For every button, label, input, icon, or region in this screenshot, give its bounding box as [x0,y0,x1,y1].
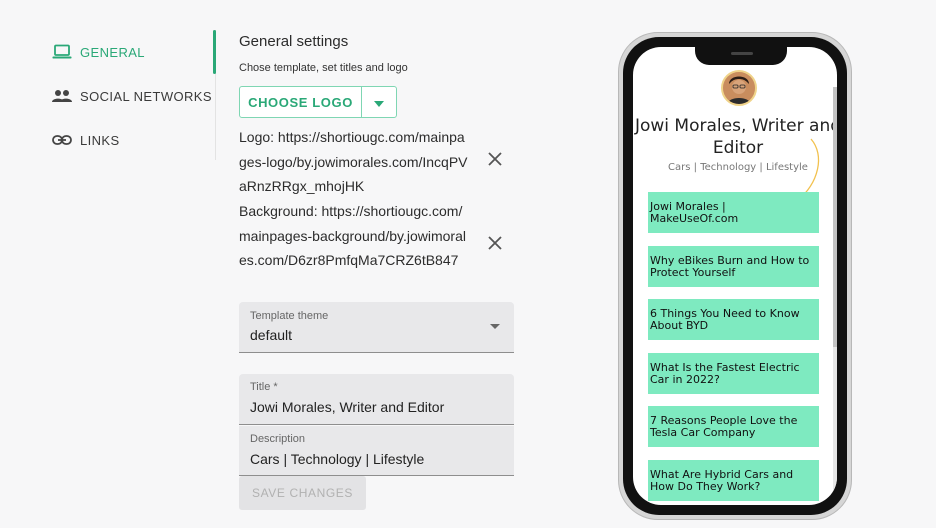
nav-item-links[interactable]: LINKS [52,129,120,151]
phone-screen: Jowi Morales, Writer and Editor Cars | T… [633,47,837,505]
description-field[interactable]: Description Cars | Technology | Lifestyl… [239,426,514,476]
description-field-label: Description [250,433,306,445]
laptop-icon [52,43,72,61]
choose-logo-dropdown-button[interactable] [362,87,396,117]
preview-link-card[interactable]: Why eBikes Burn and How to Protect Yours… [648,246,819,287]
section-title: General settings [239,33,349,50]
link-icon [52,131,72,149]
people-icon [52,87,72,105]
template-theme-select[interactable]: Template theme default [239,302,514,353]
section-subtitle: Chose template, set titles and logo [239,62,408,74]
nav-item-label: SOCIAL NETWORKS [80,88,212,104]
template-theme-label: Template theme [250,310,329,322]
choose-logo-split-button: CHOOSE LOGO [239,86,397,118]
remove-logo-icon[interactable] [487,151,503,167]
active-tab-indicator [213,30,216,74]
description-field-value: Cars | Technology | Lifestyle [250,451,425,467]
preview-scroll-thumb[interactable] [833,87,837,347]
phone-notch [695,47,787,65]
nav-item-label: GENERAL [80,44,145,60]
phone-bezel: Jowi Morales, Writer and Editor Cars | T… [623,37,847,515]
choose-logo-button[interactable]: CHOOSE LOGO [240,87,362,117]
preview-link-card[interactable]: What Is the Fastest Electric Car in 2022… [648,353,819,394]
nav-item-general[interactable]: GENERAL [52,41,145,63]
nav-item-label: LINKS [80,132,120,148]
title-field-label: Title * [250,381,278,393]
avatar [721,70,757,106]
preview-scrollbar[interactable] [833,87,837,505]
title-field[interactable]: Title * Jowi Morales, Writer and Editor [239,374,514,425]
title-field-value: Jowi Morales, Writer and Editor [250,399,445,415]
background-path: Background: https://shortiougc.com/mainp… [239,203,466,268]
remove-background-icon[interactable] [487,235,503,251]
preview-link-card[interactable]: Jowi Morales | MakeUseOf.com [648,192,819,233]
logo-path: Logo: https://shortiougc.com/mainpages-l… [239,129,468,194]
dropdown-arrow-icon [490,324,500,329]
template-theme-value: default [250,327,293,343]
nav-item-social-networks[interactable]: SOCIAL NETWORKS [52,85,212,107]
save-changes-button[interactable]: SAVE CHANGES [239,476,366,510]
phone-preview: Jowi Morales, Writer and Editor Cars | T… [618,32,852,520]
phone-speaker [731,52,753,55]
preview-link-card[interactable]: What Are Hybrid Cars and How Do They Wor… [648,460,819,501]
preview-link-card[interactable]: 7 Reasons People Love the Tesla Car Comp… [648,406,819,447]
preview-link-card[interactable]: 6 Things You Need to Know About BYD [648,299,819,340]
caret-down-icon [374,95,384,110]
